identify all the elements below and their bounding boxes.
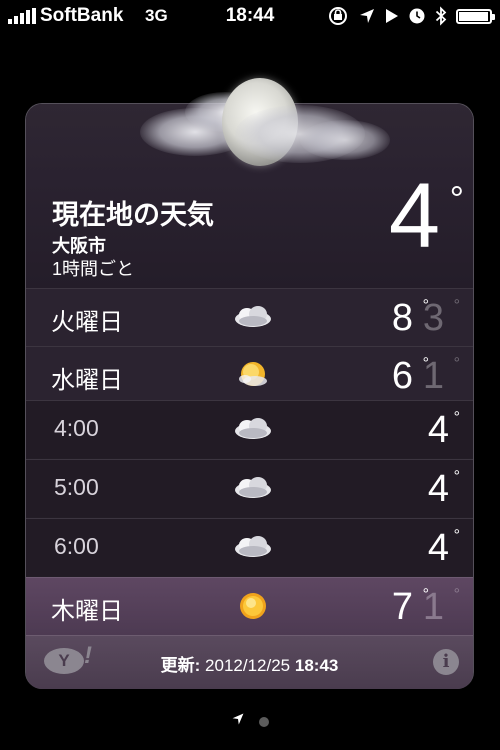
page-dot <box>259 716 269 727</box>
rotation-lock-icon <box>327 5 349 27</box>
updated-time: 18:43 <box>294 656 339 675</box>
page-indicator[interactable] <box>0 712 500 731</box>
hour-temp-degree: ° <box>453 468 460 485</box>
updated-label: 更新: <box>160 656 201 675</box>
hour-label: 6:00 <box>54 533 99 559</box>
hour-temp: 4 <box>427 468 449 510</box>
low-temp-degree: ° <box>453 355 460 372</box>
high-temp: 8 <box>391 297 413 339</box>
forecast-row-tuesday: 火曜日 8 ° 3 ° <box>26 288 473 346</box>
cloudy-icon <box>235 477 271 498</box>
hour-temp-degree: ° <box>453 409 460 426</box>
day-label: 火曜日 <box>51 309 123 336</box>
cloudy-icon <box>235 306 271 327</box>
low-temp-degree: ° <box>453 586 460 603</box>
hour-label: 5:00 <box>54 474 99 500</box>
high-temp: 7 <box>391 586 413 628</box>
location-title: 現在地の天気 <box>52 200 214 230</box>
hour-temp: 4 <box>427 527 449 569</box>
sunny-icon <box>240 593 266 619</box>
hourly-row: 4:00 4 ° <box>26 400 473 458</box>
alarm-clock-icon <box>408 5 426 27</box>
current-temperature-degree: ° <box>449 178 464 219</box>
hourly-row: 5:00 4 ° <box>26 459 473 517</box>
partly-sunny-icon <box>239 362 267 386</box>
day-label: 水曜日 <box>51 367 123 394</box>
bluetooth-icon <box>435 5 447 27</box>
high-temp: 6 <box>391 355 413 397</box>
updated-date: 2012/12/25 <box>205 656 291 675</box>
info-button[interactable]: i <box>433 649 459 675</box>
status-bar: SoftBank 3G 18:44 <box>0 0 500 32</box>
play-icon <box>385 5 399 27</box>
location-arrow-icon <box>358 5 376 27</box>
low-temp: 3 <box>422 297 444 339</box>
day-label: 木曜日 <box>51 598 123 625</box>
card-footer: Y 更新: 2012/12/25 18:43 i ! <box>26 635 473 689</box>
location-arrow-icon <box>231 712 245 731</box>
hourly-row: 6:00 4 ° <box>26 518 473 576</box>
cloudy-icon <box>235 418 271 439</box>
forecast-mode[interactable]: 1時間ごと <box>52 255 134 281</box>
cloudy-icon <box>235 536 271 557</box>
forecast-row-wednesday: 水曜日 6 ° 1 ° <box>26 346 473 404</box>
hour-temp-degree: ° <box>453 527 460 544</box>
hour-label: 4:00 <box>54 415 99 441</box>
battery-icon <box>456 5 495 27</box>
low-temp: 1 <box>422 586 444 628</box>
updated-timestamp: 更新: 2012/12/25 18:43 <box>26 651 473 676</box>
yahoo-logo-bang: ! <box>84 642 92 669</box>
low-temp-degree: ° <box>453 297 460 314</box>
hour-temp: 4 <box>427 409 449 451</box>
low-temp: 1 <box>422 355 444 397</box>
current-temperature: 4 <box>388 165 440 267</box>
forecast-row-thursday: 木曜日 7 ° 1 ° <box>26 577 473 635</box>
